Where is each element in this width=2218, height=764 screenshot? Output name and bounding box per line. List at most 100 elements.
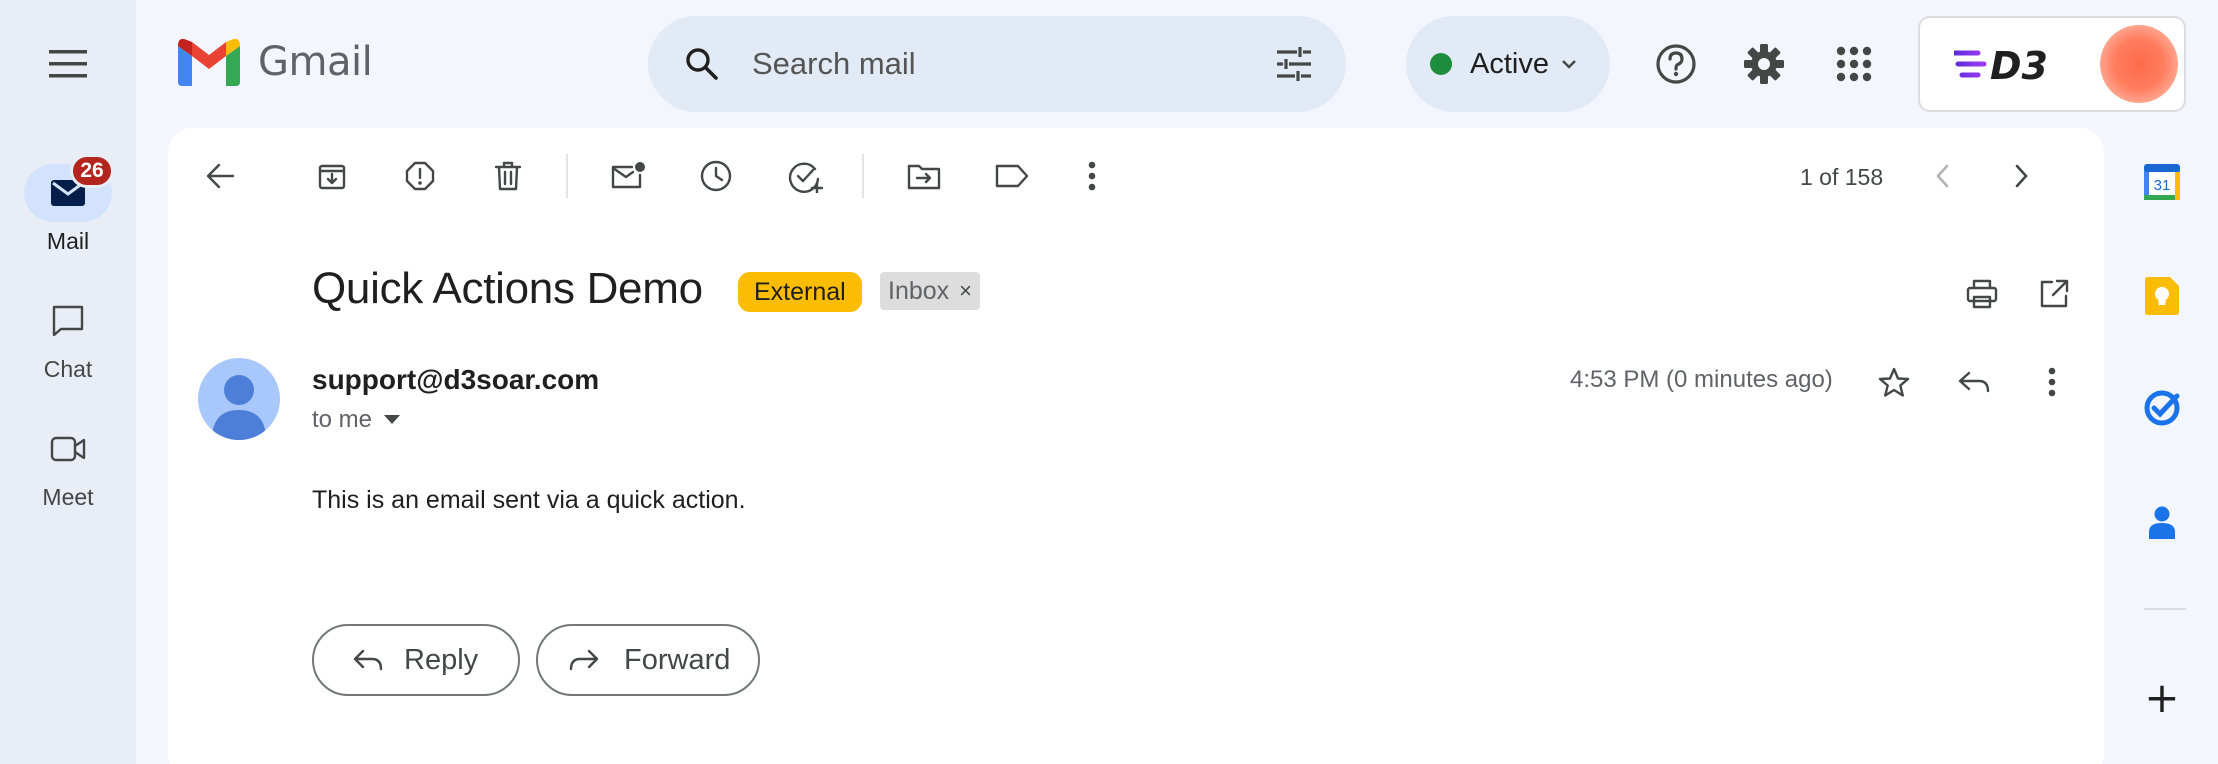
newer-button[interactable] [1918, 152, 1966, 200]
forward-button[interactable]: Forward [536, 624, 760, 696]
nav-pill-chat[interactable] [24, 292, 112, 350]
add-to-tasks-button[interactable] [782, 152, 830, 200]
tasks-icon [2144, 390, 2180, 426]
forward-icon [569, 649, 599, 671]
search-input[interactable] [752, 46, 1252, 82]
unread-count-badge: 26 [70, 154, 114, 188]
account-switcher[interactable]: D3 [1918, 16, 2186, 112]
move-to-icon [907, 164, 941, 190]
add-icon: + [2144, 673, 2180, 722]
help-icon [1656, 44, 1696, 84]
archive-button[interactable] [308, 152, 356, 200]
reply-icon [353, 649, 383, 671]
more-vert-icon [2048, 367, 2056, 397]
tasks-app-button[interactable] [2136, 382, 2188, 434]
recipient-label: to me [312, 406, 373, 433]
star-icon [1878, 367, 1910, 397]
add-to-tasks-icon [788, 162, 824, 193]
report-spam-icon [405, 161, 435, 191]
more-vert-icon [1088, 161, 1096, 191]
toolbar-divider [862, 154, 864, 198]
gear-icon [1744, 44, 1784, 84]
sender-avatar[interactable] [198, 358, 280, 440]
email-body: This is an email sent via a quick action… [312, 486, 746, 514]
keep-app-button[interactable] [2136, 270, 2188, 322]
status-selector[interactable]: Active [1406, 16, 1610, 112]
mark-as-unread-button[interactable] [604, 152, 652, 200]
back-arrow-icon [206, 163, 235, 189]
meet-icon [50, 436, 86, 462]
label-chip-external: External [738, 272, 862, 312]
search-bar[interactable] [648, 16, 1346, 112]
open-in-new-icon [2040, 279, 2069, 308]
open-in-new-window-button[interactable] [2028, 268, 2080, 320]
nav-label-mail: Mail [46, 228, 90, 254]
label-chip-inbox-text: Inbox [888, 276, 950, 305]
person-icon [212, 375, 266, 440]
status-dot [1430, 53, 1452, 75]
search-options-button[interactable] [1264, 34, 1324, 94]
chat-icon [52, 305, 84, 337]
remove-label-icon[interactable]: × [959, 278, 972, 304]
contacts-icon [2149, 506, 2175, 539]
label-chip-inbox: Inbox × [880, 272, 981, 310]
get-add-ons-button[interactable]: + [2136, 672, 2188, 724]
star-button[interactable] [1868, 356, 1920, 408]
report-spam-button[interactable] [396, 152, 444, 200]
message-pager: 1 of 158 [1800, 164, 1884, 190]
archive-icon [318, 164, 346, 190]
chevron-left-icon [1936, 164, 1949, 188]
recipient-details-toggle[interactable]: to me [312, 406, 401, 434]
delete-button[interactable] [484, 152, 532, 200]
reply-icon [1958, 371, 1990, 393]
message-more-button[interactable] [2026, 356, 2078, 408]
toolbar-divider [566, 154, 568, 198]
reply-button-label: Reply [404, 643, 479, 676]
nav-pill-meet[interactable] [24, 420, 112, 478]
forward-button-label: Forward [624, 643, 731, 676]
main-menu-button[interactable] [34, 30, 102, 98]
back-to-inbox-button[interactable] [196, 152, 244, 200]
email-subject: Quick Actions Demo [312, 264, 703, 313]
print-icon [1966, 279, 1998, 309]
nav-item-meet[interactable]: Meet [0, 420, 136, 511]
support-button[interactable] [1644, 32, 1708, 96]
labels-button[interactable] [988, 152, 1036, 200]
d3-logo-text: D3 [1990, 44, 2048, 84]
sender-email[interactable]: support@d3soar.com [312, 364, 599, 396]
nav-item-mail[interactable]: 26 Mail [0, 154, 136, 255]
delete-icon [494, 161, 522, 191]
snooze-button[interactable] [692, 152, 740, 200]
reply-icon-button[interactable] [1948, 356, 2000, 408]
account-avatar[interactable] [2100, 25, 2178, 103]
print-all-button[interactable] [1956, 268, 2008, 320]
gmail-logo[interactable]: Gmail [178, 38, 373, 86]
caret-down-icon [384, 415, 401, 424]
search-button[interactable] [672, 34, 732, 94]
status-label: Active [1470, 47, 1549, 80]
gmail-m-icon [178, 38, 240, 86]
search-icon [686, 48, 718, 80]
app-name: Gmail [258, 39, 373, 85]
calendar-day: 31 [2154, 177, 2171, 194]
settings-button[interactable] [1732, 32, 1796, 96]
email-timestamp: 4:53 PM (0 minutes ago) [1570, 366, 1833, 393]
older-button[interactable] [1998, 152, 2046, 200]
nav-label-chat: Chat [43, 356, 93, 382]
nav-item-chat[interactable]: Chat [0, 292, 136, 383]
keep-icon [2145, 277, 2179, 315]
nav-label-meet: Meet [42, 484, 94, 510]
contacts-app-button[interactable] [2136, 496, 2188, 548]
nav-pill-mail[interactable]: 26 [24, 154, 114, 222]
calendar-app-button[interactable]: 31 [2136, 156, 2188, 208]
apps-grid-icon [1836, 46, 1872, 82]
label-icon [995, 164, 1029, 188]
more-options-button[interactable] [1068, 152, 1116, 200]
hamburger-menu-icon [49, 50, 87, 78]
move-to-button[interactable] [900, 152, 948, 200]
google-apps-button[interactable] [1822, 32, 1886, 96]
chevron-down-icon [1562, 60, 1576, 69]
reply-button[interactable]: Reply [312, 624, 520, 696]
d3-logo: D3 [1954, 44, 2048, 84]
calendar-icon: 31 [2144, 164, 2180, 200]
